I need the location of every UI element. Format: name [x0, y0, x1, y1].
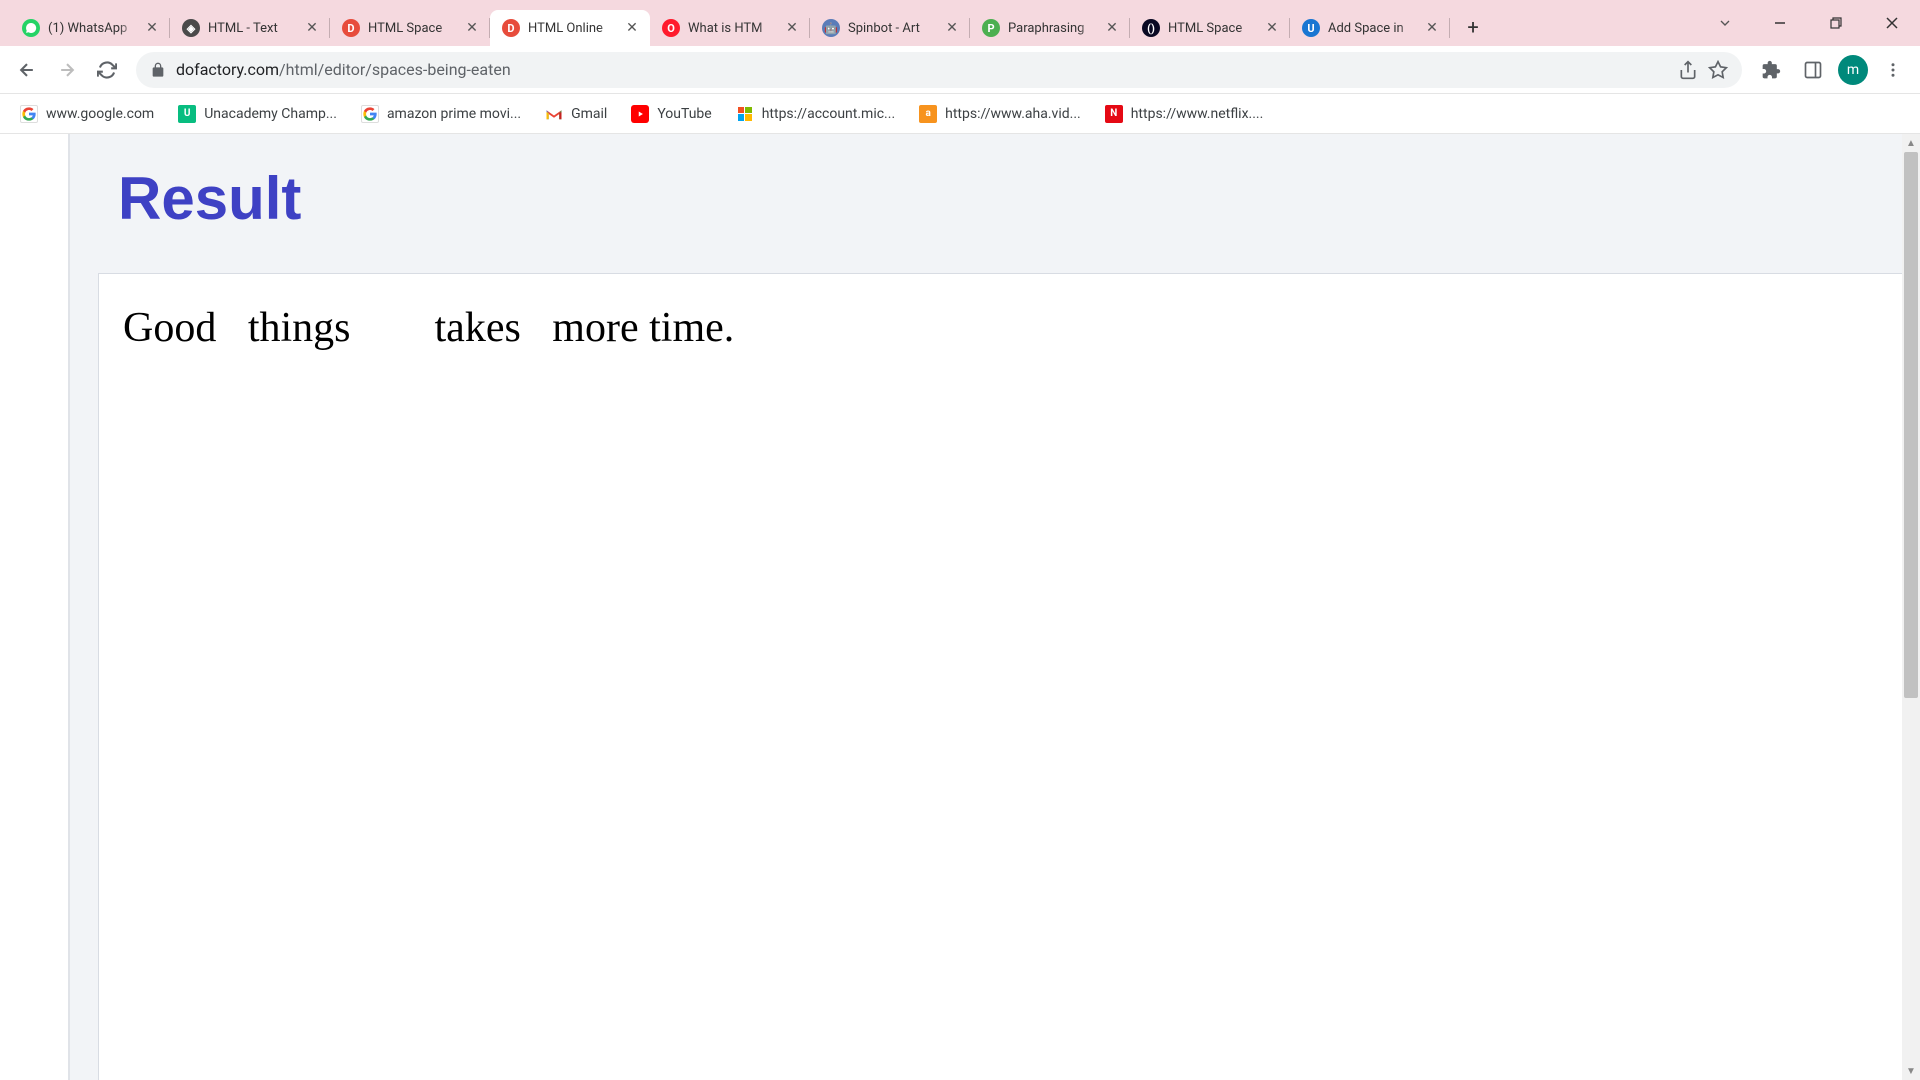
bookmark-gmail[interactable]: Gmail [535, 99, 617, 129]
url-text: dofactory.com/html/editor/spaces-being-e… [176, 60, 1668, 79]
forward-button[interactable] [50, 53, 84, 87]
close-icon[interactable]: ✕ [304, 20, 320, 36]
youtube-icon [631, 105, 649, 123]
tab-title: Paraphrasing [1008, 21, 1096, 36]
tab-search-button[interactable] [1708, 6, 1742, 40]
extensions-button[interactable] [1754, 53, 1788, 87]
google-icon [361, 105, 379, 123]
close-window-button[interactable] [1864, 3, 1920, 43]
bookmark-label: www.google.com [46, 106, 154, 122]
lock-icon [150, 62, 166, 78]
dofactory-icon: D [342, 19, 360, 37]
tab-spinbot[interactable]: 🤖 Spinbot - Art ✕ [810, 10, 970, 46]
diamond-icon: ◈ [182, 19, 200, 37]
tab-title: HTML - Text [208, 21, 296, 36]
tab-html-online[interactable]: D HTML Online ✕ [490, 10, 650, 46]
reload-button[interactable] [90, 53, 124, 87]
opera-icon: O [662, 19, 680, 37]
close-icon[interactable]: ✕ [464, 20, 480, 36]
scroll-down-arrow-icon[interactable]: ▼ [1902, 1062, 1920, 1080]
close-icon[interactable]: ✕ [1264, 20, 1280, 36]
bookmark-star-icon[interactable] [1708, 60, 1728, 80]
scrollbar-thumb[interactable] [1904, 152, 1918, 698]
close-icon[interactable]: ✕ [1424, 20, 1440, 36]
scroll-up-arrow-icon[interactable]: ▲ [1902, 134, 1920, 152]
bookmark-unacademy[interactable]: U Unacademy Champ... [168, 99, 347, 129]
back-button[interactable] [10, 53, 44, 87]
tab-title: Spinbot - Art [848, 21, 936, 36]
freecodecamp-icon: () [1142, 19, 1160, 37]
bookmark-label: YouTube [657, 106, 711, 122]
tab-title: HTML Online [528, 21, 616, 36]
upgrad-icon: U [1302, 19, 1320, 37]
window-controls [1708, 0, 1920, 46]
tab-title: Add Space in [1328, 21, 1416, 36]
spinbot-icon: 🤖 [822, 19, 840, 37]
bookmark-label: https://account.mic... [762, 106, 895, 122]
profile-avatar[interactable]: m [1838, 55, 1868, 85]
close-icon[interactable]: ✕ [624, 20, 640, 36]
bookmark-label: https://www.aha.vid... [945, 106, 1081, 122]
tab-what-is-html[interactable]: O What is HTM ✕ [650, 10, 810, 46]
tab-title: HTML Space [1168, 21, 1256, 36]
result-panel: Good things takes more time. [98, 273, 1920, 1080]
page-content: Result Good things takes more time. ▲ ▼ [0, 134, 1920, 1080]
new-tab-button[interactable]: + [1458, 12, 1488, 42]
tab-html-space-2[interactable]: () HTML Space ✕ [1130, 10, 1290, 46]
side-panel-button[interactable] [1796, 53, 1830, 87]
tab-html-text[interactable]: ◈ HTML - Text ✕ [170, 10, 330, 46]
tabs-container: (1) WhatsApp ✕ ◈ HTML - Text ✕ D HTML Sp… [10, 0, 1488, 46]
left-gutter [0, 134, 70, 1080]
address-bar[interactable]: dofactory.com/html/editor/spaces-being-e… [136, 52, 1742, 88]
browser-titlebar: (1) WhatsApp ✕ ◈ HTML - Text ✕ D HTML Sp… [0, 0, 1920, 46]
tab-whatsapp[interactable]: (1) WhatsApp ✕ [10, 10, 170, 46]
bookmark-microsoft[interactable]: https://account.mic... [726, 99, 905, 129]
scrollbar-track[interactable] [1902, 152, 1920, 1062]
bookmark-label: Gmail [571, 106, 607, 122]
maximize-button[interactable] [1808, 3, 1864, 43]
browser-toolbar: dofactory.com/html/editor/spaces-being-e… [0, 46, 1920, 94]
tab-title: HTML Space [368, 21, 456, 36]
result-heading: Result [118, 164, 1880, 233]
bookmark-amazon-prime[interactable]: amazon prime movi... [351, 99, 531, 129]
tab-add-space[interactable]: U Add Space in ✕ [1290, 10, 1450, 46]
close-icon[interactable]: ✕ [144, 20, 160, 36]
tab-title: (1) WhatsApp [48, 21, 136, 36]
minimize-button[interactable] [1752, 3, 1808, 43]
close-icon[interactable]: ✕ [784, 20, 800, 36]
unacademy-icon: U [178, 105, 196, 123]
whatsapp-icon [22, 19, 40, 37]
paraphrase-icon: P [982, 19, 1000, 37]
bookmark-google[interactable]: www.google.com [10, 99, 164, 129]
bookmark-netflix[interactable]: N https://www.netflix.... [1095, 99, 1274, 129]
microsoft-icon [736, 105, 754, 123]
result-header: Result [70, 134, 1920, 273]
main-area: Result Good things takes more time. [70, 134, 1920, 1080]
tab-title: What is HTM [688, 21, 776, 36]
netflix-icon: N [1105, 105, 1123, 123]
aha-icon: a [919, 105, 937, 123]
chrome-menu-button[interactable] [1876, 53, 1910, 87]
result-output-text: Good things takes more time. [123, 304, 1896, 352]
bookmark-label: https://www.netflix.... [1131, 106, 1264, 122]
bookmark-label: Unacademy Champ... [204, 106, 337, 122]
bookmark-aha[interactable]: a https://www.aha.vid... [909, 99, 1091, 129]
gmail-icon [545, 105, 563, 123]
share-icon[interactable] [1678, 60, 1698, 80]
tab-paraphrasing[interactable]: P Paraphrasing ✕ [970, 10, 1130, 46]
toolbar-right: m [1754, 53, 1910, 87]
vertical-scrollbar[interactable]: ▲ ▼ [1902, 134, 1920, 1080]
dofactory-icon: D [502, 19, 520, 37]
bookmark-label: amazon prime movi... [387, 106, 521, 122]
tab-html-space-1[interactable]: D HTML Space ✕ [330, 10, 490, 46]
google-icon [20, 105, 38, 123]
bookmark-youtube[interactable]: YouTube [621, 99, 721, 129]
bookmarks-bar: www.google.com U Unacademy Champ... amaz… [0, 94, 1920, 134]
close-icon[interactable]: ✕ [944, 20, 960, 36]
close-icon[interactable]: ✕ [1104, 20, 1120, 36]
